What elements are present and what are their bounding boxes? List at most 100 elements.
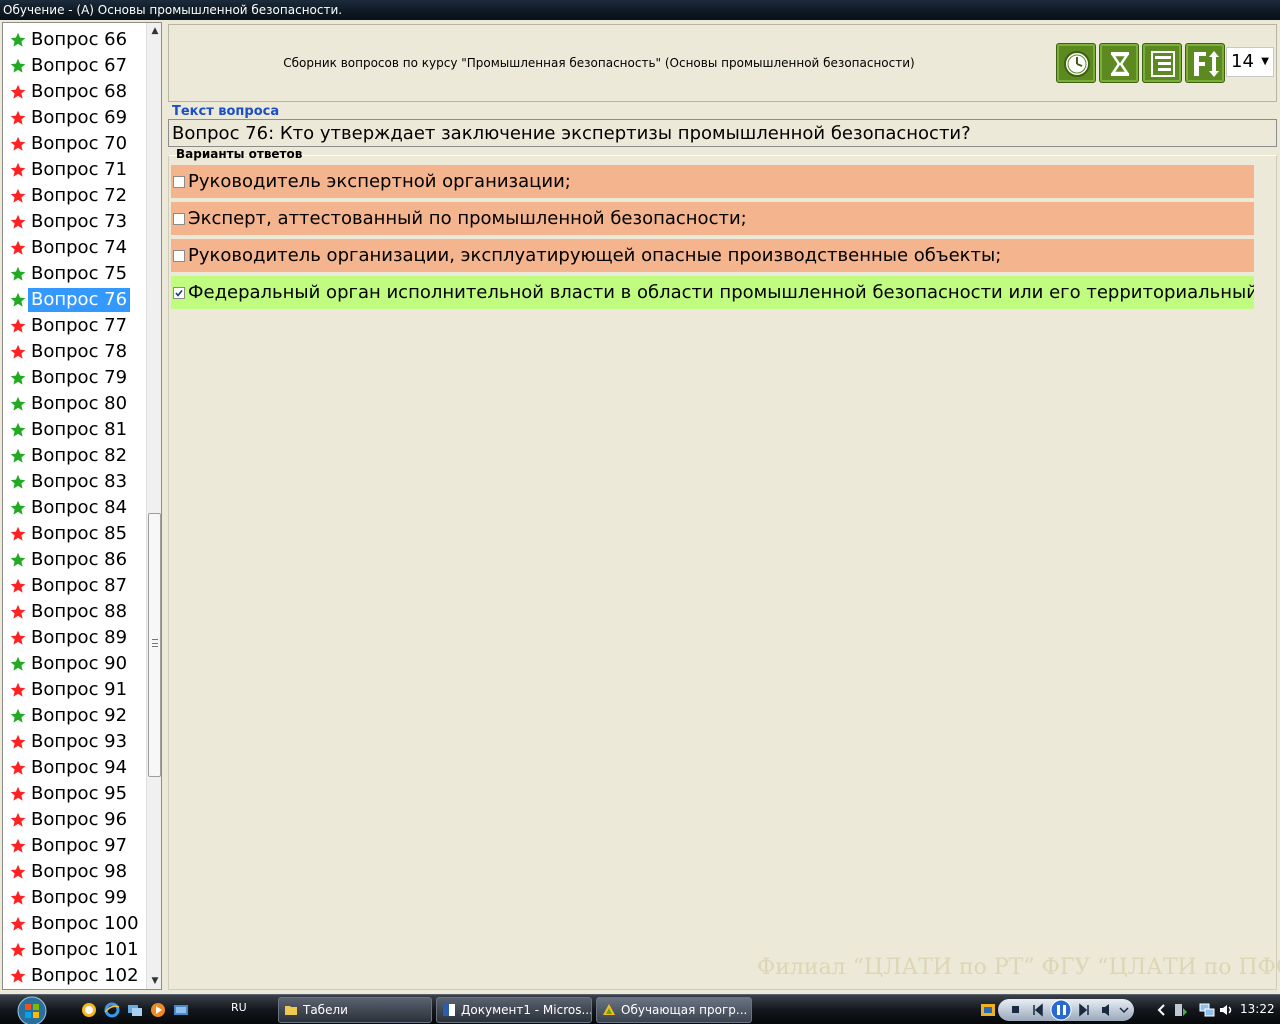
watermark: Филиал “ЦЛАТИ по РТ” ФГУ “ЦЛАТИ по ПФО” bbox=[757, 955, 1280, 980]
question-list-item[interactable]: Вопрос 99 bbox=[3, 885, 145, 911]
question-list-item[interactable]: Вопрос 82 bbox=[3, 443, 145, 469]
question-list-item[interactable]: Вопрос 101 bbox=[3, 937, 145, 963]
red-star-icon bbox=[9, 599, 27, 625]
media-toolbar-icon[interactable] bbox=[980, 1002, 996, 1018]
question-list-item[interactable]: Вопрос 75 bbox=[3, 261, 145, 287]
question-list-item[interactable]: Вопрос 102 bbox=[3, 963, 145, 989]
question-list-item[interactable]: Вопрос 86 bbox=[3, 547, 145, 573]
answer-option[interactable]: Руководитель экспертной организации; bbox=[171, 165, 1254, 198]
green-star-icon bbox=[9, 703, 27, 729]
answer-option[interactable]: Эксперт, аттестованный по промышленной б… bbox=[171, 202, 1254, 235]
answer-option[interactable]: Руководитель организации, эксплуатирующе… bbox=[171, 239, 1254, 272]
chevron-left-icon[interactable] bbox=[1154, 1002, 1170, 1018]
question-list-item[interactable]: Вопрос 97 bbox=[3, 833, 145, 859]
windows-start-icon[interactable] bbox=[10, 995, 54, 1024]
chevron-down-icon: ▼ bbox=[1261, 56, 1269, 67]
green-star-icon bbox=[9, 53, 27, 79]
question-list-item-label: Вопрос 91 bbox=[31, 679, 128, 700]
question-list-item[interactable]: Вопрос 94 bbox=[3, 755, 145, 781]
question-list-item[interactable]: Вопрос 77 bbox=[3, 313, 145, 339]
media-controls[interactable] bbox=[998, 999, 1134, 1021]
question-list-item[interactable]: Вопрос 92 bbox=[3, 703, 145, 729]
scroll-down-arrow-icon[interactable]: ▼ bbox=[147, 973, 161, 989]
list-button[interactable] bbox=[1142, 43, 1182, 83]
answer-checkbox[interactable] bbox=[173, 287, 185, 299]
question-list-item[interactable]: Вопрос 91 bbox=[3, 677, 145, 703]
network-icon[interactable] bbox=[1199, 1002, 1215, 1018]
question-list-item-label: Вопрос 89 bbox=[31, 627, 128, 648]
question-list-item[interactable]: Вопрос 89 bbox=[3, 625, 145, 651]
font-size-button[interactable] bbox=[1185, 43, 1225, 83]
question-list-item[interactable]: Вопрос 80 bbox=[3, 391, 145, 417]
media-player-icon[interactable] bbox=[150, 1002, 166, 1018]
question-list-item[interactable]: Вопрос 100 bbox=[3, 911, 145, 937]
question-list-item-label: Вопрос 84 bbox=[31, 497, 128, 518]
question-list-item[interactable]: Вопрос 81 bbox=[3, 417, 145, 443]
task-training-program[interactable]: Обучающая прогр... bbox=[596, 997, 752, 1023]
green-star-icon bbox=[9, 391, 27, 417]
question-list-item[interactable]: Вопрос 67 bbox=[3, 53, 145, 79]
question-list-item[interactable]: Вопрос 87 bbox=[3, 573, 145, 599]
question-list-item[interactable]: Вопрос 73 bbox=[3, 209, 145, 235]
clock-app-icon[interactable] bbox=[81, 1002, 97, 1018]
question-list-item[interactable]: Вопрос 68 bbox=[3, 79, 145, 105]
question-list-item[interactable]: Вопрос 71 bbox=[3, 157, 145, 183]
red-star-icon bbox=[9, 105, 27, 131]
question-list-item-label: Вопрос 94 bbox=[31, 757, 128, 778]
question-list-item[interactable]: Вопрос 95 bbox=[3, 781, 145, 807]
answer-option[interactable]: Федеральный орган исполнительной власти … bbox=[171, 276, 1254, 309]
task-tabeli[interactable]: Табели bbox=[278, 997, 432, 1023]
scroll-up-arrow-icon[interactable]: ▲ bbox=[147, 23, 161, 39]
red-star-icon bbox=[9, 339, 27, 365]
question-list-item[interactable]: Вопрос 78 bbox=[3, 339, 145, 365]
question-list-item[interactable]: Вопрос 84 bbox=[3, 495, 145, 521]
question-list-item-label: Вопрос 100 bbox=[31, 913, 139, 934]
green-star-icon bbox=[9, 443, 27, 469]
hourglass-icon bbox=[1110, 52, 1130, 76]
question-list-item-label: Вопрос 83 bbox=[31, 471, 128, 492]
question-list-item-label: Вопрос 99 bbox=[31, 887, 128, 908]
answer-checkbox[interactable] bbox=[173, 213, 185, 225]
question-list-item[interactable]: Вопрос 93 bbox=[3, 729, 145, 755]
question-list-item-label: Вопрос 101 bbox=[31, 939, 139, 960]
answer-text: Руководитель экспертной организации; bbox=[188, 171, 571, 192]
red-star-icon bbox=[9, 79, 27, 105]
scrollbar-thumb[interactable] bbox=[148, 513, 161, 777]
safely-remove-icon[interactable] bbox=[1172, 1002, 1188, 1018]
question-list-item[interactable]: Вопрос 74 bbox=[3, 235, 145, 261]
answer-text: Руководитель организации, эксплуатирующе… bbox=[188, 245, 1002, 266]
language-indicator[interactable]: RU bbox=[231, 1001, 247, 1014]
show-desktop-icon[interactable] bbox=[173, 1002, 189, 1018]
question-list-item[interactable]: Вопрос 79 bbox=[3, 365, 145, 391]
question-list-item-label: Вопрос 80 bbox=[31, 393, 128, 414]
question-list-item[interactable]: Вопрос 98 bbox=[3, 859, 145, 885]
volume-icon[interactable] bbox=[1218, 1002, 1234, 1018]
clock-icon bbox=[1064, 51, 1090, 77]
question-list-item[interactable]: Вопрос 69 bbox=[3, 105, 145, 131]
question-list-item[interactable]: Вопрос 88 bbox=[3, 599, 145, 625]
hourglass-button[interactable] bbox=[1099, 43, 1139, 83]
answer-checkbox[interactable] bbox=[173, 176, 185, 188]
taskbar: RU Табели Документ1 - Micros... Обучающа… bbox=[0, 994, 1280, 1024]
switch-windows-icon[interactable] bbox=[127, 1002, 143, 1018]
question-list-item[interactable]: Вопрос 83 bbox=[3, 469, 145, 495]
question-list-item[interactable]: Вопрос 90 bbox=[3, 651, 145, 677]
question-list-item[interactable]: Вопрос 66 bbox=[3, 27, 145, 53]
question-list-item[interactable]: Вопрос 72 bbox=[3, 183, 145, 209]
question-list-scrollbar[interactable]: ▲ ▼ bbox=[146, 23, 161, 989]
taskbar-clock[interactable]: 13:22 bbox=[1240, 1002, 1275, 1016]
timer-button[interactable] bbox=[1056, 43, 1096, 83]
question-list-item[interactable]: Вопрос 85 bbox=[3, 521, 145, 547]
question-list-item[interactable]: Вопрос 96 bbox=[3, 807, 145, 833]
question-list-item-label: Вопрос 76 bbox=[28, 288, 131, 312]
font-size-select[interactable]: 14 ▼ bbox=[1226, 47, 1274, 77]
question-list-item[interactable]: Вопрос 76 bbox=[3, 287, 145, 313]
internet-explorer-icon[interactable] bbox=[104, 1002, 120, 1018]
question-list-item-label: Вопрос 66 bbox=[31, 29, 128, 50]
question-list-item-label: Вопрос 97 bbox=[31, 835, 128, 856]
answer-checkbox[interactable] bbox=[173, 250, 185, 262]
question-list-item-label: Вопрос 81 bbox=[31, 419, 128, 440]
task-word-document[interactable]: Документ1 - Micros... bbox=[436, 997, 592, 1023]
question-list-item[interactable]: Вопрос 70 bbox=[3, 131, 145, 157]
red-star-icon bbox=[9, 209, 27, 235]
